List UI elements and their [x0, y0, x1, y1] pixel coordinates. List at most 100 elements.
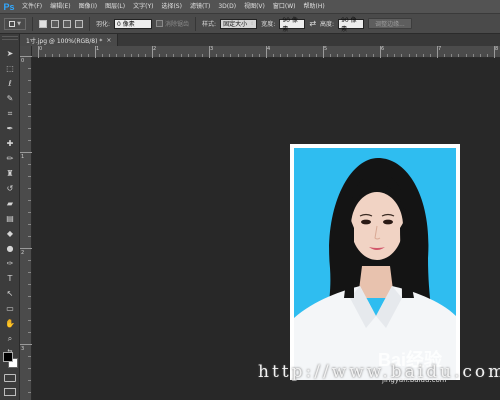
dodge-tool-icon[interactable]: ●: [3, 243, 17, 254]
ruler-tick: [20, 344, 32, 345]
quick-mask-icon[interactable]: [4, 374, 16, 382]
ruler-minor-tick: [444, 54, 446, 57]
ruler-minor-tick: [28, 308, 31, 309]
ruler-minor-tick: [80, 54, 82, 57]
healing-brush-tool-icon[interactable]: ✚: [3, 138, 17, 149]
foreground-color-swatch[interactable]: [3, 352, 13, 362]
blur-tool-icon[interactable]: ◆: [3, 228, 17, 239]
toolbox-grip[interactable]: [2, 36, 18, 40]
menu-bar: Ps 文件(F) 编辑(E) 图像(I) 图层(L) 文字(Y) 选择(S) 滤…: [0, 0, 500, 14]
lasso-tool-icon[interactable]: ℓ: [3, 78, 17, 89]
close-icon[interactable]: ×: [106, 37, 111, 44]
ruler-minor-tick: [130, 54, 132, 57]
hand-tool-icon[interactable]: ✋: [3, 318, 17, 329]
ruler-minor-tick: [28, 356, 31, 357]
shape-tool-icon[interactable]: ▭: [3, 303, 17, 314]
menu-select[interactable]: 选择(S): [157, 0, 186, 14]
watermark-text: http://www.baidu.com: [258, 362, 500, 382]
ruler-minor-tick: [372, 54, 374, 57]
style-select-value: 固定大小: [223, 21, 248, 28]
vertical-ruler[interactable]: 0 1 2 3: [20, 46, 32, 400]
ruler-minor-tick: [59, 54, 61, 57]
antialias-checkbox[interactable]: 消除锯齿: [156, 19, 189, 28]
new-selection-button[interactable]: [39, 19, 47, 28]
ruler-label: 0: [39, 46, 43, 52]
menu-filter[interactable]: 滤镜(T): [186, 0, 214, 14]
ruler-minor-tick: [28, 176, 31, 177]
feather-input[interactable]: 0 像素: [114, 18, 153, 29]
intersect-selection-button[interactable]: [75, 19, 83, 28]
menu-edit[interactable]: 编辑(E): [46, 0, 74, 14]
menu-file[interactable]: 文件(F): [18, 0, 46, 14]
width-input[interactable]: 90 像素: [279, 17, 306, 33]
ruler-minor-tick: [28, 368, 31, 369]
ruler-label: 3: [210, 46, 214, 52]
subtract-from-selection-button[interactable]: [63, 19, 71, 28]
add-to-selection-button[interactable]: [51, 19, 59, 28]
ruler-minor-tick: [28, 200, 31, 201]
horizontal-ruler[interactable]: 0 1 2 3 4 5 6 7 8: [32, 46, 500, 58]
ruler-label: 3: [21, 346, 25, 352]
menu-image[interactable]: 图像(I): [75, 0, 101, 14]
menu-window[interactable]: 窗口(W): [269, 0, 300, 14]
ruler-minor-tick: [159, 54, 161, 57]
ruler-tick: [20, 248, 32, 249]
ruler-minor-tick: [458, 54, 460, 57]
marquee-tool-icon[interactable]: ⬚: [3, 63, 17, 74]
menu-help[interactable]: 帮助(H): [300, 0, 329, 14]
document-tab-bar: 1寸.jpg @ 100%(RGB/8) * ×: [20, 34, 500, 46]
ruler-minor-tick: [116, 54, 118, 57]
zoom-tool-icon[interactable]: ⌕: [3, 333, 17, 344]
eyedropper-tool-icon[interactable]: ✒: [3, 123, 17, 134]
ruler-minor-tick: [28, 380, 31, 381]
ruler-minor-tick: [166, 54, 168, 57]
checkbox-icon: [156, 20, 164, 27]
quick-selection-tool-icon[interactable]: ✎: [3, 93, 17, 104]
path-selection-tool-icon[interactable]: ↖: [3, 288, 17, 299]
brush-tool-icon[interactable]: ✏: [3, 153, 17, 164]
ruler-minor-tick: [28, 260, 31, 261]
ruler-minor-tick: [351, 54, 353, 57]
ruler-minor-tick: [28, 80, 31, 81]
document-tab-title: 1寸.jpg @ 100%(RGB/8) *: [26, 37, 103, 45]
pen-tool-icon[interactable]: ✑: [3, 258, 17, 269]
style-select[interactable]: 固定大小 ⇕: [220, 18, 258, 29]
menu-3d[interactable]: 3D(D): [214, 0, 240, 14]
history-brush-tool-icon[interactable]: ↺: [3, 183, 17, 194]
type-tool-icon[interactable]: T: [3, 273, 17, 284]
refine-edge-button[interactable]: 调整边缘...: [368, 18, 412, 29]
screen-mode-icon[interactable]: [4, 388, 16, 396]
separator: [195, 16, 197, 31]
menu-type[interactable]: 文字(Y): [129, 0, 157, 14]
ruler-minor-tick: [429, 54, 431, 57]
tool-preset-picker[interactable]: ▼: [4, 17, 26, 30]
crop-tool-icon[interactable]: ⌗: [3, 108, 17, 119]
ruler-minor-tick: [194, 54, 196, 57]
gradient-tool-icon[interactable]: ▤: [3, 213, 17, 224]
ruler-tick: [20, 56, 32, 57]
ruler-tick: [20, 152, 32, 153]
document-tab[interactable]: 1寸.jpg @ 100%(RGB/8) * ×: [20, 34, 119, 46]
separator: [32, 16, 33, 31]
ruler-minor-tick: [28, 296, 31, 297]
ruler-minor-tick: [137, 54, 139, 57]
menu-view[interactable]: 视图(V): [240, 0, 269, 14]
ruler-minor-tick: [173, 54, 175, 57]
document-image[interactable]: [290, 144, 460, 380]
height-input[interactable]: 90 像素: [338, 17, 365, 33]
ruler-minor-tick: [28, 92, 31, 93]
ruler-minor-tick: [66, 54, 68, 57]
ruler-minor-tick: [273, 54, 275, 57]
ruler-minor-tick: [244, 54, 246, 57]
eraser-tool-icon[interactable]: ▰: [3, 198, 17, 209]
ruler-label: 2: [153, 46, 157, 52]
ruler-minor-tick: [422, 54, 424, 57]
clone-stamp-tool-icon[interactable]: ♜: [3, 168, 17, 179]
move-tool-icon[interactable]: ➤: [3, 48, 17, 59]
swap-dimensions-icon[interactable]: ⇄: [309, 19, 316, 28]
photoshop-logo: Ps: [3, 1, 15, 12]
ruler-minor-tick: [365, 54, 367, 57]
menu-layer[interactable]: 图层(L): [101, 0, 129, 14]
ruler-minor-tick: [308, 54, 310, 57]
watermark-subtext: jingyan.baidu.com: [382, 376, 447, 384]
